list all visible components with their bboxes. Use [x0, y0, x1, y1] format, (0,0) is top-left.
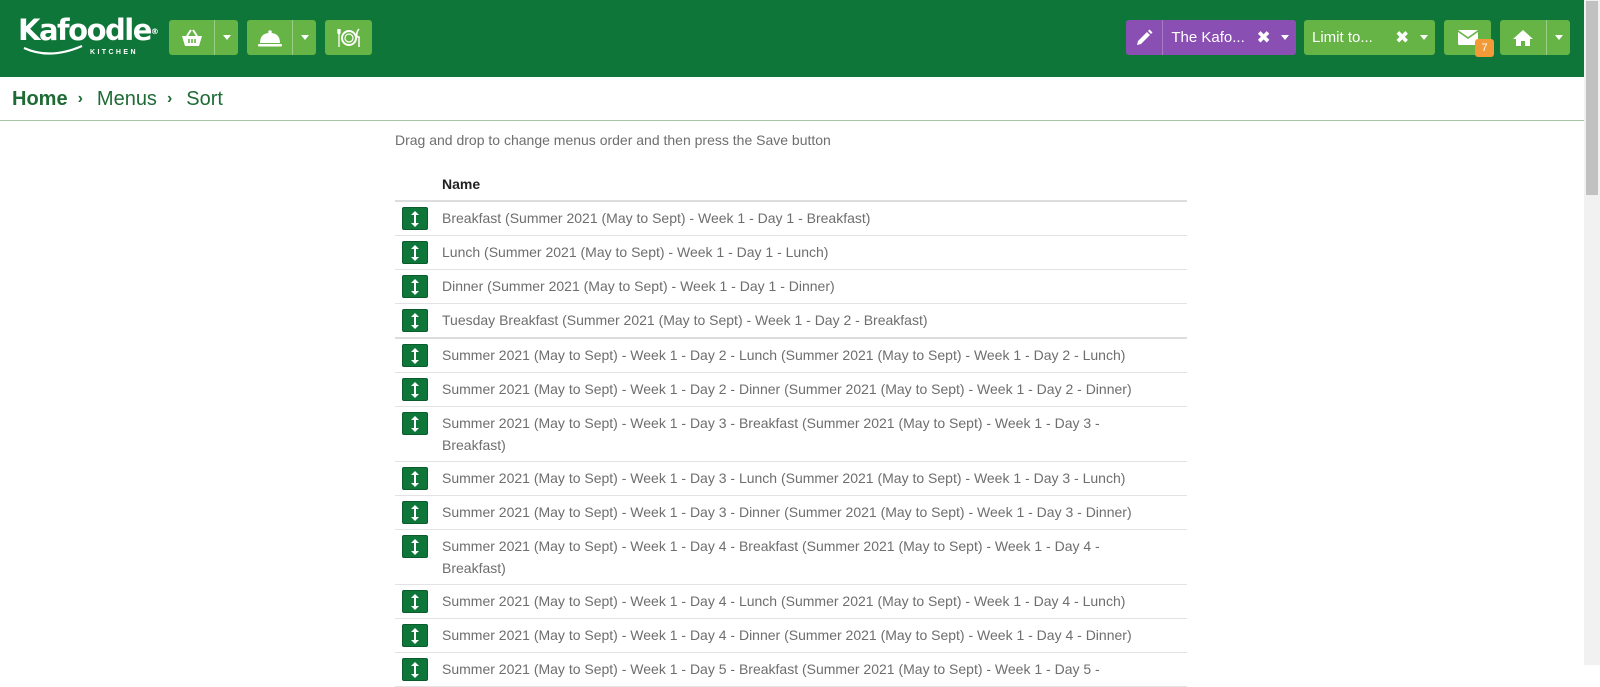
limit-selector[interactable]: Limit to... ✖	[1304, 20, 1435, 55]
table-row[interactable]: Lunch (Summer 2021 (May to Sept) - Week …	[395, 236, 1187, 270]
limit-clear-icon[interactable]: ✖	[1391, 28, 1413, 48]
site-selector[interactable]: The Kafo... ✖	[1126, 20, 1296, 55]
drag-handle-icon[interactable]	[402, 624, 428, 647]
top-bar: Kafoodle® KITCHEN The Kafo... ✖ Limit to…	[0, 0, 1584, 77]
table-row[interactable]: Breakfast (Summer 2021 (May to Sept) - W…	[395, 202, 1187, 236]
drag-handle-icon[interactable]	[402, 344, 428, 367]
table-row[interactable]: Summer 2021 (May to Sept) - Week 1 - Day…	[395, 530, 1187, 585]
drag-handle-icon[interactable]	[402, 378, 428, 401]
menu-name: Tuesday Breakfast (Summer 2021 (May to S…	[442, 312, 928, 328]
table-row[interactable]: Summer 2021 (May to Sept) - Week 1 - Day…	[395, 619, 1187, 653]
drag-handle-icon[interactable]	[402, 412, 428, 435]
chevron-right-icon: ›	[77, 90, 83, 107]
table-header: Name	[395, 168, 1187, 202]
menu-name: Summer 2021 (May to Sept) - Week 1 - Day…	[442, 538, 1100, 576]
plate-cutlery-icon	[336, 27, 360, 47]
site-clear-icon[interactable]: ✖	[1253, 28, 1275, 48]
menu-name: Lunch (Summer 2021 (May to Sept) - Week …	[442, 244, 829, 260]
scrollbar-thumb[interactable]	[1586, 1, 1598, 195]
menu-name: Summer 2021 (May to Sept) - Week 1 - Day…	[442, 381, 1132, 397]
limit-caret-icon[interactable]	[1413, 20, 1435, 55]
limit-selector-label: Limit to...	[1312, 29, 1373, 46]
table-row[interactable]: Summer 2021 (May to Sept) - Week 1 - Day…	[395, 496, 1187, 530]
drag-handle-icon[interactable]	[402, 309, 428, 332]
menu-name: Summer 2021 (May to Sept) - Week 1 - Day…	[442, 504, 1132, 520]
menu-name: Breakfast (Summer 2021 (May to Sept) - W…	[442, 210, 871, 226]
chevron-right-icon: ›	[166, 90, 173, 107]
vertical-scrollbar[interactable]	[1584, 0, 1600, 665]
sort-instructions: Drag and drop to change menus order and …	[395, 132, 831, 148]
menu-name: Dinner (Summer 2021 (May to Sept) - Week…	[442, 278, 835, 294]
logo-swoosh-icon	[23, 44, 83, 55]
breadcrumb-sort: Sort	[186, 87, 223, 110]
site-caret-icon[interactable]	[1274, 20, 1296, 55]
drag-handle-icon[interactable]	[402, 535, 428, 558]
table-row[interactable]: Summer 2021 (May to Sept) - Week 1 - Day…	[395, 653, 1187, 687]
basket-caret-icon[interactable]	[214, 20, 238, 55]
plate-button[interactable]	[325, 20, 372, 55]
table-row[interactable]: Summer 2021 (May to Sept) - Week 1 - Day…	[395, 462, 1187, 496]
messages-button[interactable]: 7	[1444, 20, 1494, 57]
sortable-list: Breakfast (Summer 2021 (May to Sept) - W…	[395, 202, 1187, 687]
kafoodle-logo[interactable]: Kafoodle® KITCHEN	[18, 14, 159, 60]
drag-handle-icon[interactable]	[402, 207, 428, 230]
menu-sort-table: Name Breakfast (Summer 2021 (May to Sept…	[395, 168, 1187, 687]
menu-name: Summer 2021 (May to Sept) - Week 1 - Day…	[442, 593, 1126, 609]
breadcrumb-menus[interactable]: Menus	[97, 88, 157, 111]
drag-handle-icon[interactable]	[402, 275, 428, 298]
column-header-name: Name	[442, 176, 481, 192]
table-row[interactable]: Dinner (Summer 2021 (May to Sept) - Week…	[395, 270, 1187, 304]
cloche-dropdown-button[interactable]	[247, 20, 316, 55]
drag-handle-icon[interactable]	[402, 590, 428, 613]
menu-name: Summer 2021 (May to Sept) - Week 1 - Day…	[442, 661, 1100, 677]
drag-handle-icon[interactable]	[402, 241, 428, 264]
table-row[interactable]: Summer 2021 (May to Sept) - Week 1 - Day…	[395, 585, 1187, 619]
table-row[interactable]: Summer 2021 (May to Sept) - Week 1 - Day…	[395, 373, 1187, 407]
drag-handle-icon[interactable]	[402, 501, 428, 524]
menu-name: Summer 2021 (May to Sept) - Week 1 - Day…	[442, 415, 1100, 453]
table-row[interactable]: Summer 2021 (May to Sept) - Week 1 - Day…	[395, 407, 1187, 462]
basket-dropdown-button[interactable]	[169, 20, 238, 55]
breadcrumb-home[interactable]: Home	[12, 88, 68, 111]
table-row[interactable]: Summer 2021 (May to Sept) - Week 1 - Day…	[395, 339, 1187, 373]
breadcrumb: Home › Menus › Sort	[12, 85, 223, 113]
home-icon[interactable]	[1500, 20, 1546, 55]
cloche-icon[interactable]	[247, 20, 292, 55]
pencil-icon[interactable]	[1126, 20, 1164, 55]
messages-count-badge: 7	[1475, 39, 1494, 57]
site-selector-label: The Kafo...	[1171, 29, 1245, 46]
breadcrumb-divider	[0, 120, 1584, 121]
menu-name: Summer 2021 (May to Sept) - Week 1 - Day…	[442, 347, 1126, 363]
home-dropdown-button[interactable]	[1500, 20, 1570, 55]
basket-icon[interactable]	[169, 20, 214, 55]
menu-name: Summer 2021 (May to Sept) - Week 1 - Day…	[442, 470, 1126, 486]
home-caret-icon[interactable]	[1546, 20, 1570, 55]
cloche-caret-icon[interactable]	[292, 20, 316, 55]
drag-handle-icon[interactable]	[402, 658, 428, 681]
table-row[interactable]: Tuesday Breakfast (Summer 2021 (May to S…	[395, 304, 1187, 339]
menu-name: Summer 2021 (May to Sept) - Week 1 - Day…	[442, 627, 1132, 643]
drag-handle-icon[interactable]	[402, 467, 428, 490]
